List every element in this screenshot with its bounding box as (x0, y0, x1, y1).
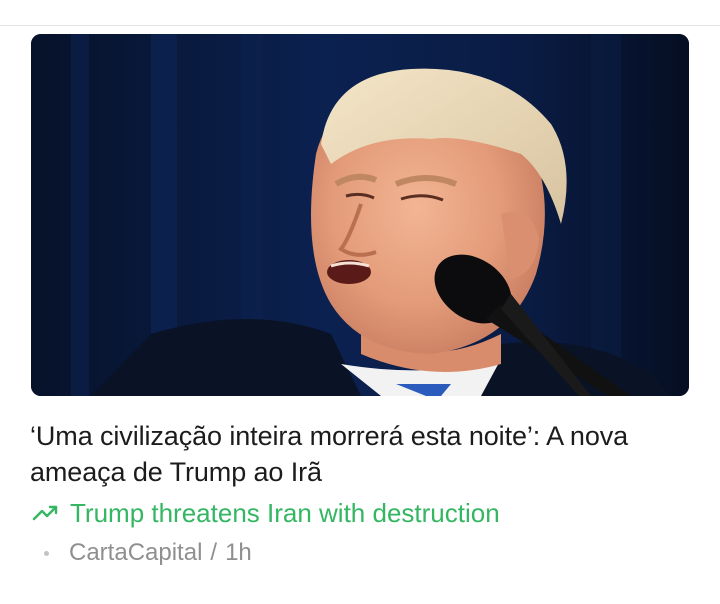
trending-topic-link[interactable]: Trump threatens Iran with destruction (32, 496, 500, 530)
source-dot-icon (44, 550, 49, 556)
article-meta: CartaCapital / 1h (44, 536, 252, 570)
published-age: 1h (225, 539, 252, 566)
news-feed-page: ‘Uma civilização inteira morrerá esta no… (0, 0, 720, 604)
article-headline[interactable]: ‘Uma civilização inteira morrerá esta no… (30, 418, 690, 490)
meta-separator: / (210, 539, 218, 566)
article-thumbnail-image[interactable] (31, 34, 689, 396)
trending-up-icon (32, 503, 60, 523)
trending-topic-text: Trump threatens Iran with destruction (70, 498, 500, 528)
source-name: CartaCapital (69, 539, 203, 566)
news-article-card[interactable]: ‘Uma civilização inteira morrerá esta no… (0, 0, 720, 604)
